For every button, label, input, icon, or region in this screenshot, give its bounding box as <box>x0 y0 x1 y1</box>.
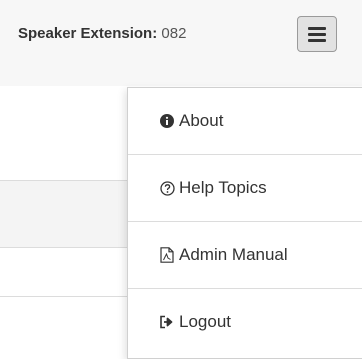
menu-item-label: Help Topics <box>179 178 267 197</box>
menu-item-label: Admin Manual <box>179 245 288 264</box>
menu-item-label: Logout <box>179 312 231 331</box>
background-row <box>0 181 128 247</box>
background-row-divider <box>0 247 128 248</box>
menu-item-help-topics[interactable]: Help Topics <box>128 155 362 221</box>
menu-item-admin-manual[interactable]: Admin Manual <box>128 222 362 288</box>
menu-item-about[interactable]: About <box>128 88 362 154</box>
question-circle-icon <box>159 180 175 196</box>
dropdown-menu: About Help Topics Admin Manual Logout <box>127 87 362 359</box>
info-circle-icon <box>159 113 175 129</box>
speaker-extension-value: 082 <box>161 25 187 42</box>
sign-out-icon <box>159 314 175 330</box>
speaker-extension: Speaker Extension: 082 <box>18 25 186 42</box>
speaker-extension-label: Speaker Extension: <box>18 25 158 42</box>
pdf-file-icon <box>159 247 175 263</box>
hamburger-icon-bar <box>308 27 326 30</box>
hamburger-icon-bar <box>308 39 326 42</box>
menu-item-logout[interactable]: Logout <box>128 289 362 355</box>
background-row-divider <box>0 296 128 297</box>
hamburger-icon-bar <box>308 33 326 36</box>
top-bar: Speaker Extension: 082 <box>0 0 362 86</box>
hamburger-menu-button[interactable] <box>297 16 337 52</box>
menu-item-label: About <box>179 111 224 130</box>
